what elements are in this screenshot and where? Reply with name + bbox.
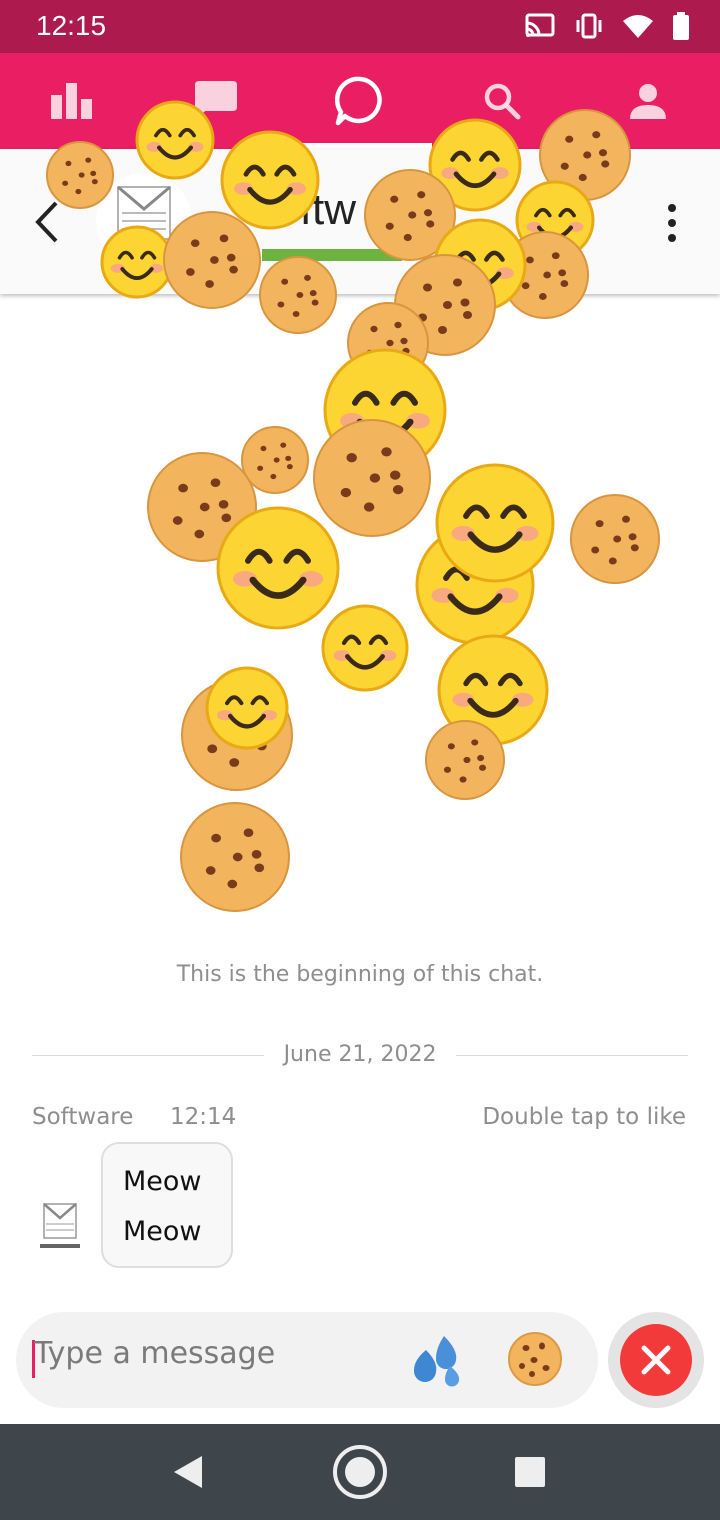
smiling-face-icon xyxy=(415,525,535,645)
smiling-face-icon xyxy=(205,666,289,750)
status-time: 12:15 xyxy=(36,10,107,41)
message-composer[interactable]: Type a message xyxy=(16,1312,598,1408)
cookie-emoji-icon xyxy=(425,720,505,800)
sender-avatar[interactable] xyxy=(36,1198,84,1256)
online-status-bar xyxy=(262,249,402,261)
chat-bubble-icon xyxy=(195,81,237,121)
tab-chat[interactable] xyxy=(305,53,415,149)
system-nav-bar xyxy=(0,1424,720,1520)
battery-icon xyxy=(673,12,689,40)
smiling-face-icon xyxy=(323,348,447,472)
cookie-emoji-icon xyxy=(181,679,293,791)
nav-home-icon[interactable] xyxy=(331,1443,389,1501)
message-sender: Software xyxy=(32,1104,134,1130)
nav-recents-icon[interactable] xyxy=(514,1456,546,1488)
message-line: Meow xyxy=(123,1216,202,1247)
tab-stats[interactable] xyxy=(17,53,127,149)
back-arrow-icon[interactable] xyxy=(30,199,70,245)
close-effects-button[interactable] xyxy=(608,1312,704,1408)
message-time: 12:14 xyxy=(170,1104,237,1130)
more-options-icon[interactable] xyxy=(658,201,686,245)
top-tab-bar xyxy=(0,53,720,149)
cookie-emoji-icon xyxy=(570,494,660,584)
vibrate-icon xyxy=(576,13,602,39)
double-tap-hint: Double tap to like xyxy=(482,1104,686,1130)
smiling-face-icon xyxy=(216,506,340,630)
logo-icon xyxy=(117,185,171,240)
cookie-emoji-icon xyxy=(313,419,431,537)
tab-search[interactable] xyxy=(447,53,557,149)
droplets-emoji-icon[interactable] xyxy=(408,1332,464,1388)
cookie-emoji-icon xyxy=(241,426,309,494)
chat-circle-icon xyxy=(335,76,382,126)
contact-avatar[interactable] xyxy=(96,173,192,269)
smiling-face-icon xyxy=(321,604,409,692)
tab-profile[interactable] xyxy=(593,53,703,149)
contact-name: Softw xyxy=(246,185,357,234)
cookie-emoji-icon xyxy=(180,802,290,912)
cast-icon xyxy=(525,13,555,37)
cookie-emoji-icon[interactable] xyxy=(506,1330,564,1388)
message-input[interactable]: Type a message xyxy=(34,1336,275,1371)
message-bubble[interactable]: Meow Meow xyxy=(101,1142,233,1268)
close-icon xyxy=(641,1345,671,1375)
message-line: Meow xyxy=(123,1166,202,1197)
cookie-emoji-icon xyxy=(147,452,257,562)
bar-chart-icon xyxy=(51,83,92,119)
date-separator: June 21, 2022 xyxy=(283,1042,437,1067)
smiling-face-icon xyxy=(437,634,549,746)
status-bar: 12:15 xyxy=(0,0,720,53)
nav-back-icon[interactable] xyxy=(170,1454,206,1490)
wifi-icon xyxy=(623,15,653,38)
tab-messages[interactable] xyxy=(161,53,271,149)
chat-beginning-note: This is the beginning of this chat. xyxy=(176,962,544,987)
chat-header: Softw xyxy=(0,149,720,294)
search-icon xyxy=(484,83,521,120)
cookie-emoji-icon xyxy=(347,302,429,384)
smiling-face-icon xyxy=(435,463,555,583)
person-icon xyxy=(630,84,666,119)
